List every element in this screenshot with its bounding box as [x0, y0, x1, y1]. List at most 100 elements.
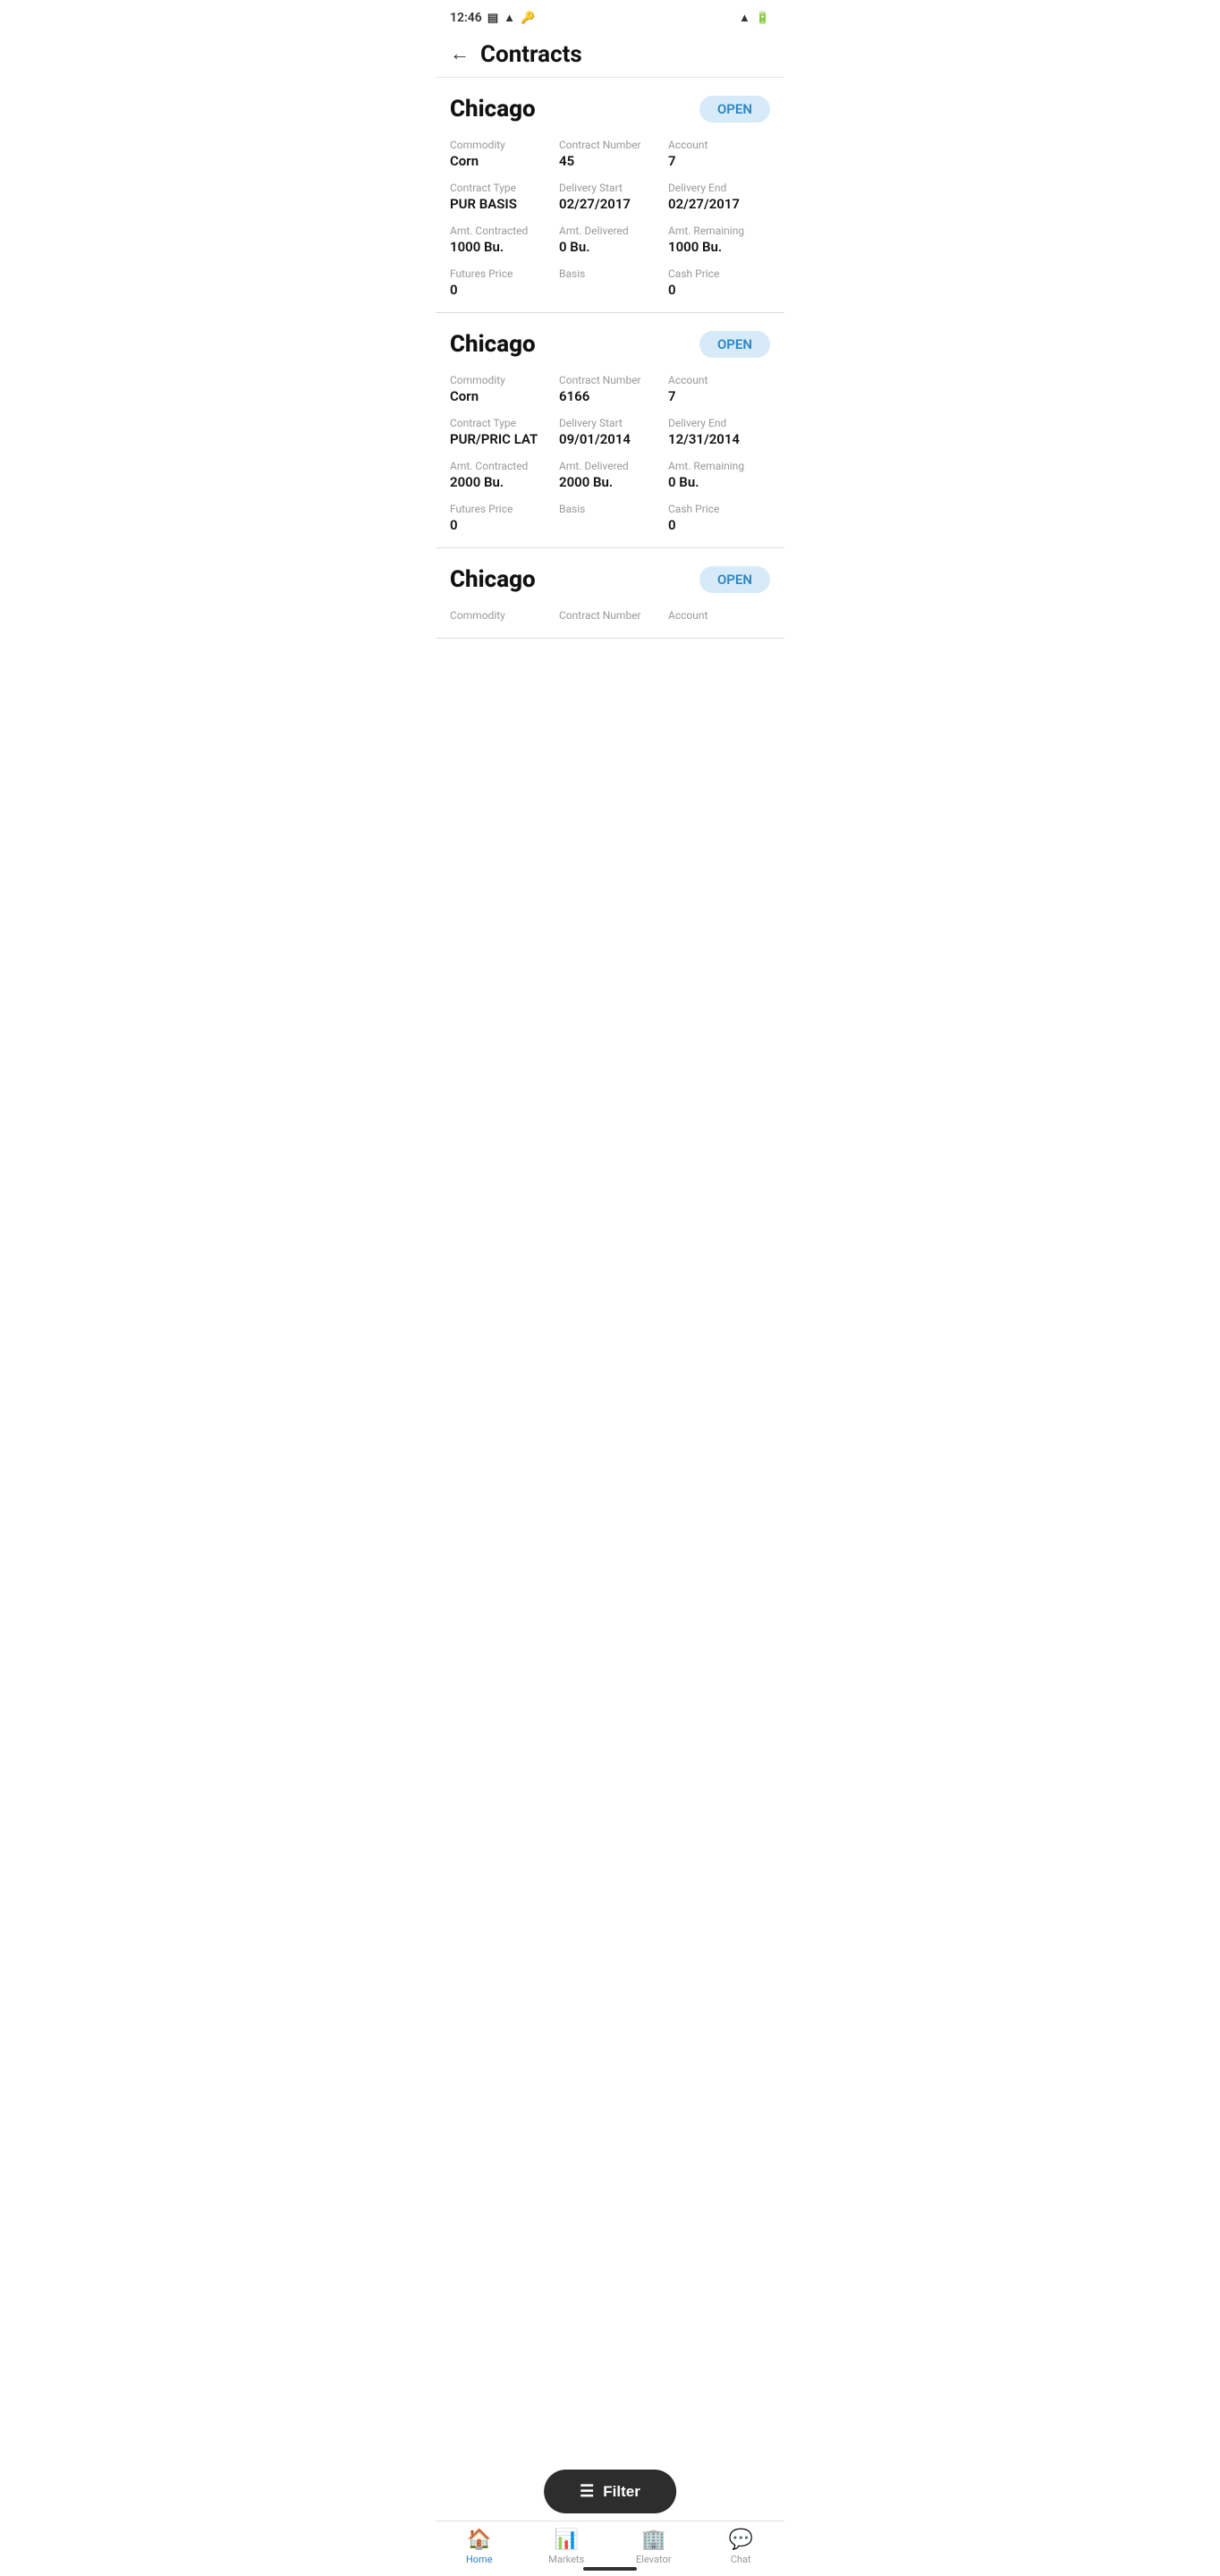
filter-button[interactable]: ☰ Filter — [544, 2470, 676, 2513]
contract-card-1: Chicago OPEN Commodity Corn Contract Num… — [436, 78, 784, 313]
field-label-basis-2: Basis — [559, 503, 661, 515]
field-value-futures-price-1: 0 — [450, 282, 552, 298]
fields-grid-2: Commodity Corn Contract Number 6166 Acco… — [450, 374, 770, 533]
back-button[interactable]: ← — [450, 45, 470, 64]
field-label-account-3: Account — [668, 609, 770, 622]
status-time: 12:46 ▤ ▲ 🔑 — [450, 11, 535, 25]
field-label-amt-delivered-1: Amt. Delivered — [559, 225, 661, 237]
field-label-delivery-start-1: Delivery Start — [559, 182, 661, 194]
home-icon: 🏠 — [467, 2529, 491, 2551]
status-icons: ▲ 🔋 — [739, 11, 770, 25]
field-delivery-end-1: Delivery End 02/27/2017 — [668, 182, 770, 212]
field-amt-delivered-1: Amt. Delivered 0 Bu. — [559, 225, 661, 255]
nav-item-markets[interactable]: 📊 Markets — [523, 2529, 611, 2565]
fields-grid-1: Commodity Corn Contract Number 45 Accoun… — [450, 139, 770, 298]
battery-icon: 🔋 — [756, 12, 770, 25]
field-label-delivery-start-2: Delivery Start — [559, 417, 661, 429]
card-header-2: Chicago OPEN — [450, 331, 770, 358]
nav-item-home[interactable]: 🏠 Home — [436, 2529, 523, 2565]
nav-label-elevator: Elevator — [636, 2554, 671, 2565]
field-value-amt-contracted-2: 2000 Bu. — [450, 474, 552, 490]
content-area: Chicago OPEN Commodity Corn Contract Num… — [436, 78, 784, 710]
field-futures-price-2: Futures Price 0 — [450, 503, 552, 533]
field-value-amt-delivered-1: 0 Bu. — [559, 239, 661, 255]
field-amt-remaining-1: Amt. Remaining 1000 Bu. — [668, 225, 770, 255]
field-contract-type-1: Contract Type PUR BASIS — [450, 182, 552, 212]
field-value-cash-price-2: 0 — [668, 517, 770, 533]
field-commodity-3: Commodity — [450, 609, 552, 623]
field-value-amt-contracted-1: 1000 Bu. — [450, 239, 552, 255]
field-value-commodity-2: Corn — [450, 388, 552, 404]
field-account-3: Account — [668, 609, 770, 623]
field-value-contract-type-1: PUR BASIS — [450, 196, 552, 212]
wifi-icon: ▲ — [739, 11, 750, 25]
field-account-1: Account 7 — [668, 139, 770, 169]
field-commodity-2: Commodity Corn — [450, 374, 552, 404]
field-futures-price-1: Futures Price 0 — [450, 267, 552, 298]
field-value-commodity-1: Corn — [450, 153, 552, 169]
field-label-account-2: Account — [668, 374, 770, 386]
field-contract-number-1: Contract Number 45 — [559, 139, 661, 169]
location-name-1: Chicago — [450, 96, 536, 123]
field-label-cash-price-2: Cash Price — [668, 503, 770, 515]
status-badge-2: OPEN — [699, 331, 770, 358]
filter-label: Filter — [603, 2483, 640, 2501]
field-value-account-1: 7 — [668, 153, 770, 169]
status-badge-1: OPEN — [699, 96, 770, 123]
field-label-contract-number-3: Contract Number — [559, 609, 661, 622]
nav-item-elevator[interactable]: 🏢 Elevator — [610, 2529, 698, 2565]
field-label-amt-delivered-2: Amt. Delivered — [559, 460, 661, 472]
field-label-contract-type-2: Contract Type — [450, 417, 552, 429]
field-label-amt-remaining-1: Amt. Remaining — [668, 225, 770, 237]
card-header-3: Chicago OPEN — [450, 566, 770, 593]
field-value-contract-number-2: 6166 — [559, 388, 661, 404]
key-icon: 🔑 — [521, 12, 535, 25]
field-value-amt-remaining-2: 0 Bu. — [668, 474, 770, 490]
header: ← Contracts — [436, 32, 784, 78]
field-value-futures-price-2: 0 — [450, 517, 552, 533]
field-contract-type-2: Contract Type PUR/PRIC LAT — [450, 417, 552, 447]
contract-card-2: Chicago OPEN Commodity Corn Contract Num… — [436, 313, 784, 548]
field-label-futures-price-2: Futures Price — [450, 503, 552, 515]
field-contract-number-3: Contract Number — [559, 609, 661, 623]
time-display: 12:46 — [450, 11, 482, 25]
field-cash-price-2: Cash Price 0 — [668, 503, 770, 533]
gesture-bar — [583, 2567, 637, 2571]
status-bar: 12:46 ▤ ▲ 🔑 ▲ 🔋 — [436, 0, 784, 32]
field-account-2: Account 7 — [668, 374, 770, 404]
elevator-icon: 🏢 — [641, 2529, 665, 2551]
page-title: Contracts — [480, 41, 582, 68]
field-value-contract-number-1: 45 — [559, 153, 661, 169]
field-amt-contracted-2: Amt. Contracted 2000 Bu. — [450, 460, 552, 490]
field-value-amt-delivered-2: 2000 Bu. — [559, 474, 661, 490]
field-label-delivery-end-2: Delivery End — [668, 417, 770, 429]
field-cash-price-1: Cash Price 0 — [668, 267, 770, 298]
field-value-delivery-end-2: 12/31/2014 — [668, 431, 770, 447]
field-label-amt-contracted-2: Amt. Contracted — [450, 460, 552, 472]
field-label-delivery-end-1: Delivery End — [668, 182, 770, 194]
card-header-1: Chicago OPEN — [450, 96, 770, 123]
field-basis-2: Basis — [559, 503, 661, 533]
field-label-cash-price-1: Cash Price — [668, 267, 770, 280]
field-label-contract-type-1: Contract Type — [450, 182, 552, 194]
field-label-commodity-2: Commodity — [450, 374, 552, 386]
field-delivery-start-2: Delivery Start 09/01/2014 — [559, 417, 661, 447]
nav-item-chat[interactable]: 💬 Chat — [698, 2529, 785, 2565]
markets-icon: 📊 — [555, 2529, 579, 2551]
field-amt-delivered-2: Amt. Delivered 2000 Bu. — [559, 460, 661, 490]
field-basis-1: Basis — [559, 267, 661, 298]
sim-icon: ▤ — [487, 12, 498, 25]
nav-label-home: Home — [466, 2554, 493, 2565]
fields-grid-3: Commodity Contract Number Account — [450, 609, 770, 623]
nav-label-chat: Chat — [731, 2554, 751, 2565]
field-commodity-1: Commodity Corn — [450, 139, 552, 169]
chat-icon: 💬 — [729, 2529, 753, 2551]
field-value-delivery-start-1: 02/27/2017 — [559, 196, 661, 212]
field-label-amt-remaining-2: Amt. Remaining — [668, 460, 770, 472]
field-value-account-2: 7 — [668, 388, 770, 404]
field-value-contract-type-2: PUR/PRIC LAT — [450, 431, 552, 447]
location-name-2: Chicago — [450, 331, 536, 358]
status-badge-3: OPEN — [699, 566, 770, 593]
contract-card-3: Chicago OPEN Commodity Contract Number A… — [436, 548, 784, 639]
aviate-icon: ▲ — [504, 11, 515, 25]
